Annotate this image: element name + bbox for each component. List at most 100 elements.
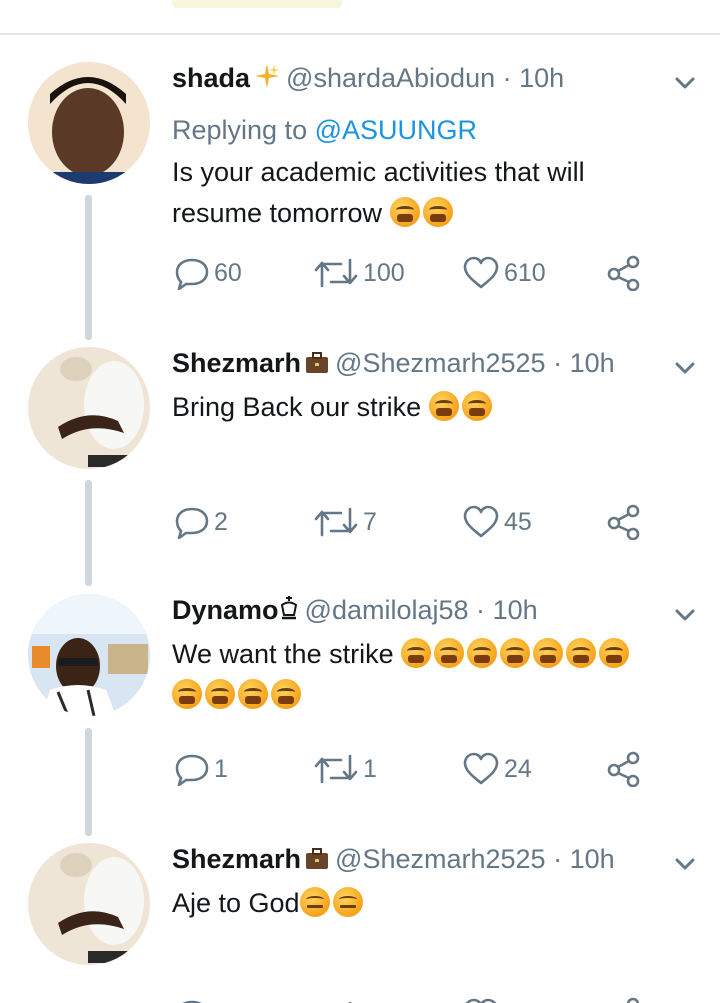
tweet-header: Shezmarh @Shezmarh2525 · 10h [172,347,615,381]
briefcase-icon [305,349,329,381]
tweet-header: Shezmarh @Shezmarh2525 · 10h [172,843,615,877]
tweet-actions: 1 1 24 [0,749,720,789]
tweet-actions-partial [0,995,720,1003]
tweet-text: We want the strike [172,634,672,716]
chevron-down-icon[interactable] [670,68,700,98]
like-count: 24 [504,754,532,783]
tweet-text-fragment: Bring Back our strike [172,392,422,422]
share-button[interactable] [606,749,642,789]
crying-face-emoji [533,638,564,668]
timestamp[interactable]: 10h [493,595,538,625]
tweet-text-fragment: Aje to God [172,888,300,918]
like-count: 610 [504,258,546,287]
retweet-icon [314,507,358,537]
timestamp[interactable]: 10h [570,348,615,378]
share-button[interactable] [606,253,642,293]
share-button[interactable] [606,502,642,542]
display-name[interactable]: Shezmarh [172,844,301,874]
tweet-text-line: Aje to God [172,883,672,924]
heart-icon [463,256,499,289]
avatar[interactable] [28,843,150,965]
heart-icon [463,505,499,538]
timestamp[interactable]: 10h [570,844,615,874]
tweet-text: Bring Back our strike [172,387,672,428]
previous-tweet-fragment [0,0,720,33]
like-button[interactable] [462,995,500,1003]
replying-to: Replying to @ASUUNGR [172,114,477,146]
reply-button[interactable]: 1 [174,749,228,789]
display-name[interactable]: Shezmarh [172,348,301,378]
reply-button[interactable] [174,995,210,1003]
tweet-text-line: resume tomorrow [172,193,672,234]
separator-dot: · [476,595,486,625]
briefcase-icon [305,845,329,877]
crying-face-emoji [389,197,420,227]
heart-icon [465,998,497,1003]
retweet-button[interactable]: 1 [313,749,377,789]
crying-face-emoji [172,679,202,709]
heart-icon [463,752,499,785]
reply-button[interactable]: 2 [174,502,228,542]
crying-face-emoji [599,638,630,668]
tweet-text-line: Bring Back our strike [172,387,672,428]
avatar[interactable] [28,594,150,716]
crying-face-emoji [434,638,465,668]
tweet-text-line: Is your academic activities that will [172,157,585,187]
like-button[interactable]: 24 [462,749,532,789]
tweet-text: Aje to God [172,883,672,924]
tweet-text-line: We want the strike [172,634,672,675]
user-handle[interactable]: @Shezmarh2525 [335,844,546,874]
sparkle-icon [254,63,280,96]
tweet-text-line [172,675,672,716]
crying-face-emoji [461,391,492,421]
display-name[interactable]: shada [172,63,250,93]
display-name[interactable]: Dynamo [172,595,279,625]
user-handle[interactable]: @damilolaj58 [305,595,469,625]
chevron-down-icon[interactable] [670,600,700,630]
retweet-button[interactable]: 7 [313,502,377,542]
crying-face-emoji [467,638,498,668]
retweet-icon [314,754,358,784]
crying-face-emoji [238,679,268,709]
tweet-header: Dynamo @damilolaj58 · 10h [172,594,538,628]
crying-face-emoji [401,638,432,668]
retweet-count: 100 [363,258,405,287]
separator-dot: · [502,63,512,93]
like-button[interactable]: 45 [462,502,532,542]
retweet-button[interactable] [313,995,359,1003]
reply-handle-link[interactable]: @ASUUNGR [315,115,477,145]
user-handle[interactable]: @Shezmarh2525 [335,348,546,378]
tweet-text: Is your academic activities that will re… [172,152,672,234]
timestamp[interactable]: 10h [519,63,564,93]
divider [0,33,720,35]
share-icon [607,504,640,540]
replying-to-label: Replying to [172,115,308,145]
reply-icon [175,507,209,539]
chevron-down-icon[interactable] [670,849,700,879]
share-icon [626,997,640,1003]
avatar[interactable] [28,62,150,184]
reply-button[interactable]: 60 [174,253,242,293]
expressionless-face-emoji [299,887,330,917]
crying-face-emoji [271,679,301,709]
reply-count: 1 [214,754,228,783]
retweet-count: 7 [363,507,377,536]
retweet-button[interactable]: 100 [313,253,405,293]
reply-icon [182,1000,202,1003]
user-handle[interactable]: @shardaAbiodun [286,63,495,93]
retweet-icon [314,258,358,288]
share-icon [607,255,640,291]
crying-face-emoji [205,679,235,709]
crying-face-emoji [500,638,531,668]
crown-icon [279,595,299,628]
tweet-text-fragment: We want the strike [172,639,394,669]
crying-face-emoji [422,197,453,227]
share-button[interactable] [606,995,642,1003]
separator-dot: · [553,348,563,378]
reply-icon [175,258,209,290]
tweet-actions: 2 7 45 [0,502,720,542]
chevron-down-icon[interactable] [670,353,700,383]
crying-face-emoji [566,638,597,668]
like-button[interactable]: 610 [462,253,546,293]
avatar[interactable] [28,347,150,469]
